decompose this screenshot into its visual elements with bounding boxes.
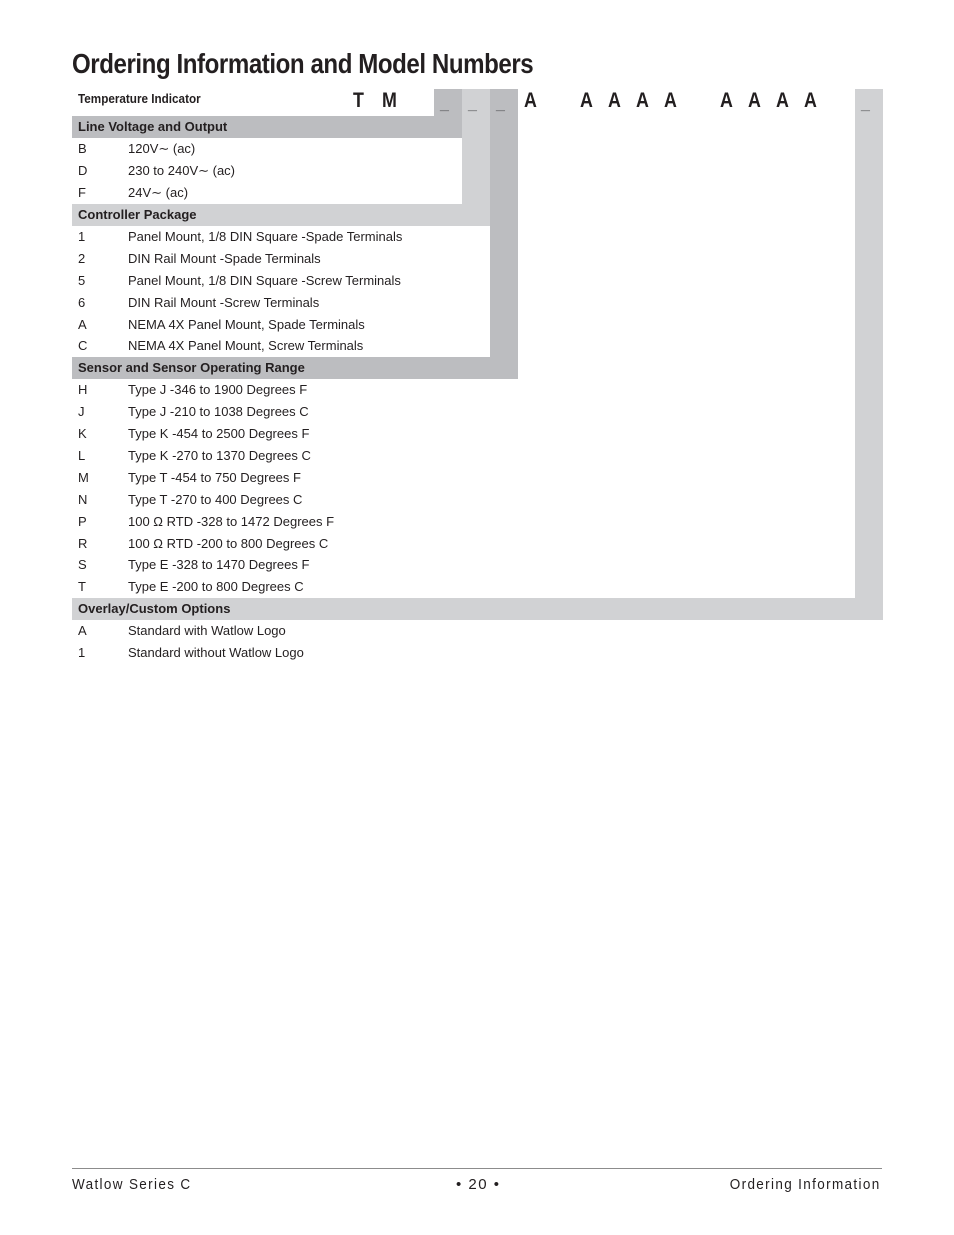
column-band-sensor bbox=[490, 89, 518, 379]
option-desc: Type K -454 to 2500 Degrees F bbox=[128, 426, 310, 441]
option-code: C bbox=[78, 338, 88, 353]
option-code: A bbox=[78, 317, 87, 332]
option-desc: 100 Ω RTD -328 to 1472 Degrees F bbox=[128, 514, 335, 529]
model-code-fixed-m: M bbox=[382, 89, 397, 112]
section-header-controller-package: Controller Package bbox=[72, 204, 490, 226]
model-code-field-controller-package: _ bbox=[468, 96, 477, 113]
option-code: H bbox=[78, 382, 88, 397]
option-desc: Type T -270 to 400 Degrees C bbox=[128, 492, 303, 507]
model-code-fixed-a: A bbox=[720, 89, 733, 112]
option-desc: Type T -454 to 750 Degrees F bbox=[128, 470, 301, 485]
footer-divider bbox=[72, 1168, 882, 1169]
option-desc: Standard without Watlow Logo bbox=[128, 645, 304, 660]
option-code: R bbox=[78, 536, 88, 551]
footer-right: Ordering Information bbox=[730, 1176, 881, 1193]
option-desc: NEMA 4X Panel Mount, Screw Terminals bbox=[128, 338, 364, 353]
option-code: D bbox=[78, 163, 88, 178]
model-code-fixed-a: A bbox=[608, 89, 621, 112]
option-desc: Type E -200 to 800 Degrees C bbox=[128, 579, 304, 594]
option-code: 1 bbox=[78, 645, 86, 660]
option-code: T bbox=[78, 579, 86, 594]
page-title: Ordering Information and Model Numbers bbox=[72, 48, 534, 79]
option-code: M bbox=[78, 470, 89, 485]
model-code-field-sensor: _ bbox=[496, 96, 505, 113]
option-desc: DIN Rail Mount -Screw Terminals bbox=[128, 295, 320, 310]
model-code-fixed-a: A bbox=[636, 89, 649, 112]
option-code: 2 bbox=[78, 251, 86, 266]
model-code-fixed-a: A bbox=[524, 89, 537, 112]
option-code: 6 bbox=[78, 295, 86, 310]
section-header-overlay: Overlay/Custom Options bbox=[72, 598, 883, 620]
option-code: B bbox=[78, 141, 87, 156]
option-code: N bbox=[78, 492, 88, 507]
option-desc: NEMA 4X Panel Mount, Spade Terminals bbox=[128, 317, 365, 332]
model-code-fixed-a: A bbox=[776, 89, 789, 112]
option-code: P bbox=[78, 514, 87, 529]
page-number: • 20 • bbox=[456, 1176, 501, 1193]
option-desc: 100 Ω RTD -200 to 800 Degrees C bbox=[128, 536, 329, 551]
option-code: 5 bbox=[78, 273, 86, 288]
option-desc: Standard with Watlow Logo bbox=[128, 623, 286, 638]
option-desc: Panel Mount, 1/8 DIN Square -Screw Termi… bbox=[128, 273, 401, 288]
option-desc: Panel Mount, 1/8 DIN Square -Spade Termi… bbox=[128, 229, 403, 244]
option-code: L bbox=[78, 448, 86, 463]
model-code-field-line-voltage: _ bbox=[440, 96, 449, 113]
section-header-sensor: Sensor and Sensor Operating Range bbox=[72, 357, 518, 379]
option-desc: Type K -270 to 1370 Degrees C bbox=[128, 448, 311, 463]
column-band-overlay bbox=[855, 89, 883, 620]
section-header-line-voltage: Line Voltage and Output bbox=[72, 116, 462, 138]
product-name: Temperature Indicator bbox=[78, 91, 201, 106]
option-code: K bbox=[78, 426, 87, 441]
option-code: 1 bbox=[78, 229, 86, 244]
option-desc: Type E -328 to 1470 Degrees F bbox=[128, 557, 310, 572]
model-code-field-overlay: _ bbox=[861, 96, 870, 113]
option-desc: Type J -346 to 1900 Degrees F bbox=[128, 382, 308, 397]
option-code: J bbox=[78, 404, 85, 419]
model-code-fixed-t: T bbox=[353, 89, 364, 112]
option-desc: DIN Rail Mount -Spade Terminals bbox=[128, 251, 321, 266]
footer-left: Watlow Series C bbox=[72, 1176, 192, 1193]
option-desc: Type J -210 to 1038 Degrees C bbox=[128, 404, 309, 419]
option-desc: 24V∼ (ac) bbox=[128, 185, 189, 200]
option-code: A bbox=[78, 623, 87, 638]
model-code-fixed-a: A bbox=[580, 89, 593, 112]
option-desc: 120V∼ (ac) bbox=[128, 141, 196, 156]
model-code-fixed-a: A bbox=[748, 89, 761, 112]
option-code: F bbox=[78, 185, 86, 200]
option-code: S bbox=[78, 557, 87, 572]
model-code-fixed-a: A bbox=[664, 89, 677, 112]
option-desc: 230 to 240V∼ (ac) bbox=[128, 163, 236, 178]
model-code-fixed-a: A bbox=[804, 89, 817, 112]
